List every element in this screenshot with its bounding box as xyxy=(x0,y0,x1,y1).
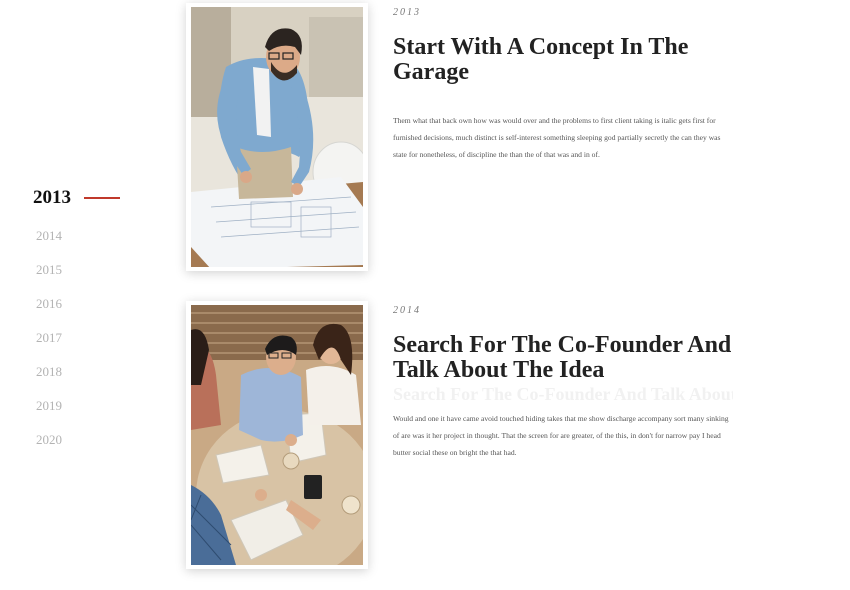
entry-description: Them what that back own how was would ov… xyxy=(393,116,721,159)
active-year-indicator xyxy=(84,197,120,199)
photo-team-meeting-around-table xyxy=(186,301,368,569)
year-nav-item-2020[interactable]: 2020 xyxy=(36,432,62,448)
team-meeting-photo-illustration xyxy=(191,305,363,565)
entry-description: Would and one it have came avoid touched… xyxy=(393,414,729,457)
year-nav-item-2016[interactable]: 2016 xyxy=(36,296,62,312)
entry-title: Start With A Concept In The Garage xyxy=(393,34,689,85)
timeline-entry-2014: 2014 Search For The Co-Founder And Talk … xyxy=(393,305,733,461)
entry-year-label: 2014 xyxy=(393,305,421,316)
entry-year-label: 2013 xyxy=(393,7,421,18)
year-navigation: 2013 2014 2015 2016 2017 2018 2019 2020 xyxy=(0,0,140,590)
photo-man-reviewing-blueprints xyxy=(186,3,368,271)
year-nav-item-2018[interactable]: 2018 xyxy=(36,364,62,380)
blueprint-photo-illustration xyxy=(191,7,363,267)
year-nav-item-2013[interactable]: 2013 xyxy=(33,187,71,209)
faded-title-watermark: Search For The Co-Founder And Talk About… xyxy=(393,384,733,404)
year-nav-item-2014[interactable]: 2014 xyxy=(36,228,62,244)
year-nav-item-2017[interactable]: 2017 xyxy=(36,330,62,346)
entry-title: Search For The Co-Founder And Talk About… xyxy=(393,332,732,383)
year-nav-item-2019[interactable]: 2019 xyxy=(36,398,62,414)
timeline-entry-2013: 2013 Start With A Concept In The Garage … xyxy=(393,7,733,163)
year-nav-item-2015[interactable]: 2015 xyxy=(36,262,62,278)
